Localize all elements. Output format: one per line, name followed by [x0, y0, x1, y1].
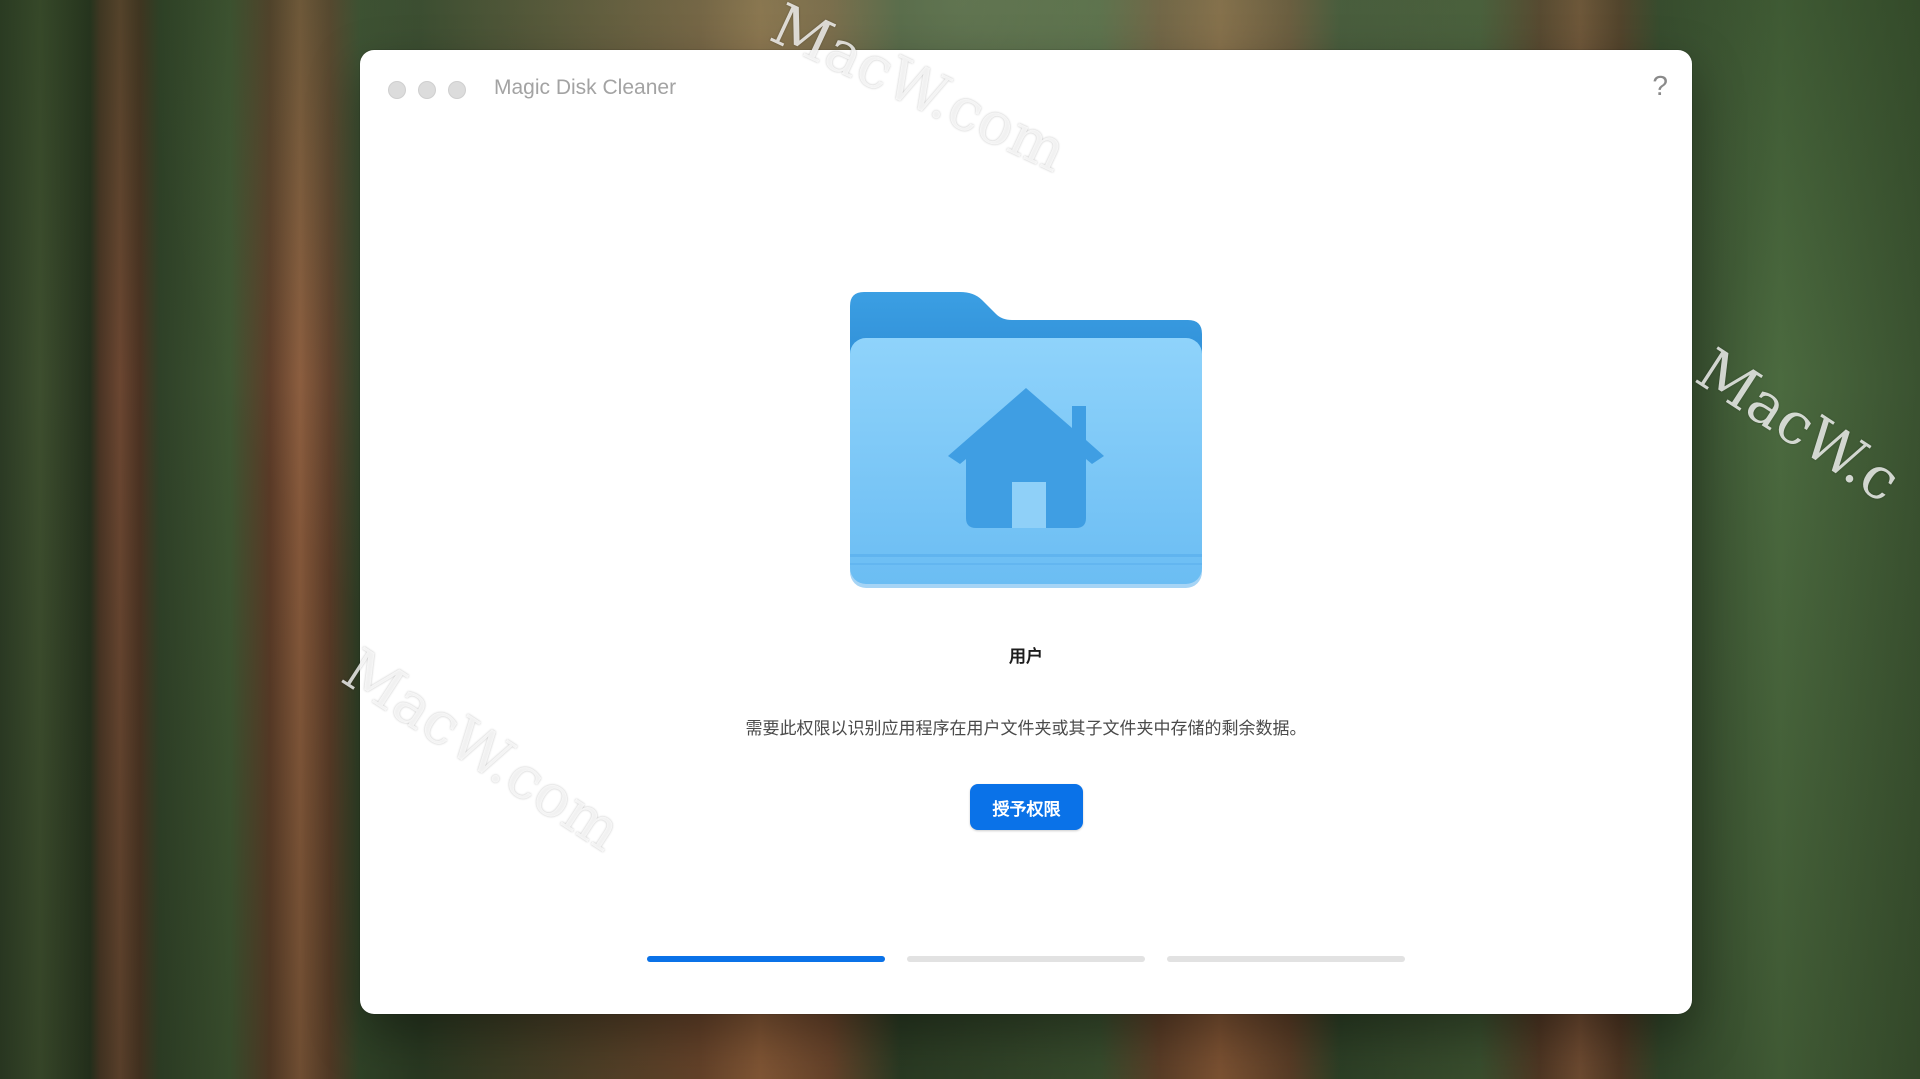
- watermark: MacW.c: [1684, 335, 1913, 516]
- window-title: Magic Disk Cleaner: [494, 76, 677, 99]
- user-home-folder-icon: [850, 292, 1202, 592]
- app-window: Magic Disk Cleaner ? 用户 需要此权限以识别应用程序在用户文…: [360, 50, 1692, 1014]
- step-progress-1: [647, 956, 885, 962]
- help-button[interactable]: ?: [1652, 70, 1668, 102]
- permission-description: 需要此权限以识别应用程序在用户文件夹或其子文件夹中存储的剩余数据。: [745, 719, 1307, 739]
- desktop-background: MacW.com MacW.c MacW.com Magic Disk Clea…: [0, 0, 1920, 1079]
- step-progress-3: [1167, 956, 1405, 962]
- step-progress-fill: [647, 956, 885, 962]
- minimize-window-button[interactable]: [418, 81, 436, 99]
- grant-permission-button[interactable]: 授予权限: [970, 784, 1083, 830]
- maximize-window-button[interactable]: [448, 81, 466, 99]
- step-progress-2: [907, 956, 1145, 962]
- title-bar: Magic Disk Cleaner ?: [360, 50, 1692, 126]
- close-window-button[interactable]: [388, 81, 406, 99]
- folder-name: 用户: [1009, 647, 1043, 667]
